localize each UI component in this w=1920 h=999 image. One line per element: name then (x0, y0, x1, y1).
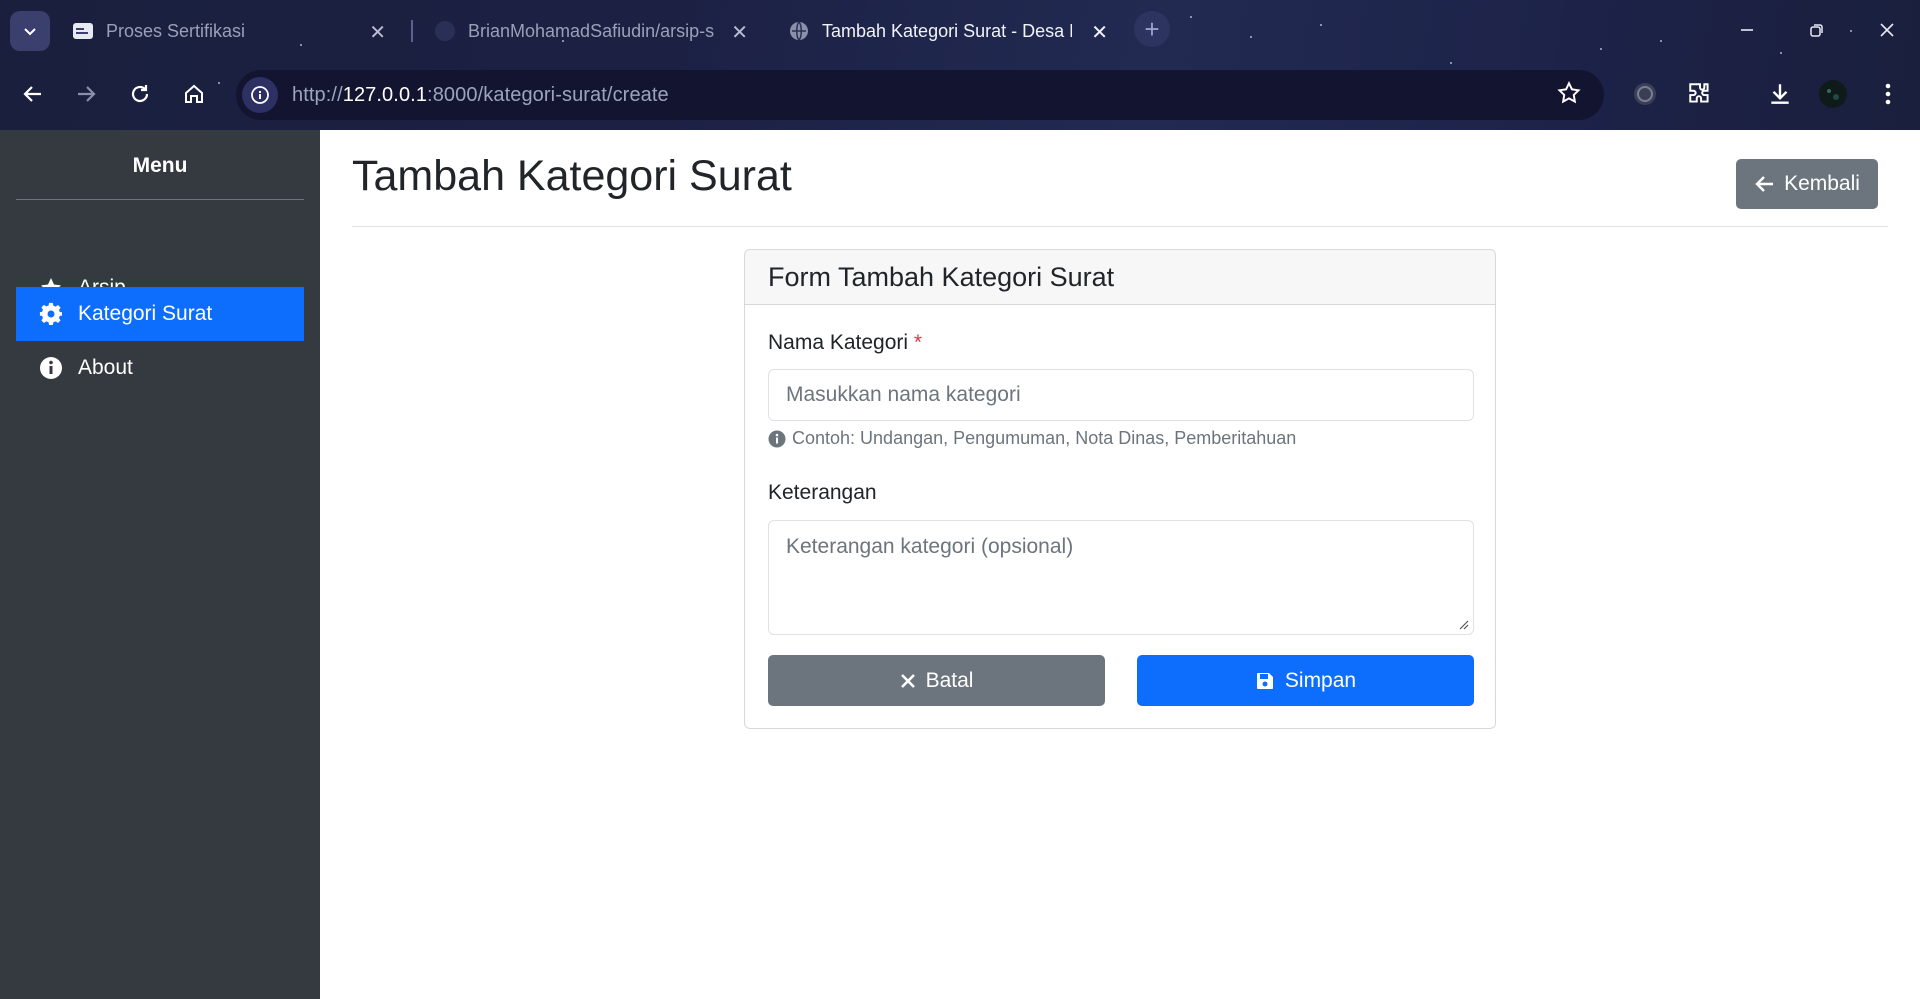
browser-chrome: Proses Sertifikasi ✕ BrianMohamadSafiudi… (0, 0, 1920, 130)
nama-kategori-label: Nama Kategori * (768, 331, 923, 354)
back-label: Kembali (1784, 172, 1860, 195)
globe-icon (788, 20, 810, 42)
form-card: Form Tambah Kategori Surat Nama Kategori… (744, 249, 1496, 729)
restore-button[interactable] (1792, 12, 1842, 48)
close-icon[interactable]: ✕ (731, 20, 748, 45)
close-icon (900, 673, 915, 688)
reload-icon (131, 85, 149, 103)
tab-github[interactable]: BrianMohamadSafiudin/arsip-s ✕ (420, 8, 760, 54)
info-circle-icon (768, 430, 786, 447)
tab-title: BrianMohamadSafiudin/arsip-s (468, 20, 715, 41)
menu-kebab-icon[interactable] (1870, 76, 1906, 112)
sidebar-title: Menu (132, 154, 188, 177)
nama-kategori-input[interactable]: Masukkan nama kategori (768, 369, 1474, 421)
arrow-left-icon (1755, 176, 1774, 192)
simpan-label: Simpan (1284, 668, 1357, 692)
sidebar-item-about[interactable]: About (16, 341, 304, 395)
form-card-header: Form Tambah Kategori Surat (745, 250, 1495, 305)
sidebar: Menu Arsip Kategori Surat About (0, 130, 320, 999)
tab-proses-sertifikasi[interactable]: Proses Sertifikasi ✕ (58, 8, 398, 54)
save-icon (1256, 672, 1273, 689)
close-icon[interactable]: ✕ (1091, 20, 1108, 45)
page-title: Tambah Kategori Surat (352, 152, 792, 200)
reload-button[interactable] (122, 76, 158, 112)
keterangan-textarea[interactable]: Keterangan kategori (opsional) (768, 520, 1474, 635)
new-tab-button[interactable]: + (1134, 11, 1170, 47)
minimize-button[interactable] (1722, 12, 1772, 48)
tab-tambah-kategori[interactable]: Tambah Kategori Surat - Desa K ✕ (774, 8, 1120, 54)
arrow-right-icon (78, 86, 96, 102)
info-circle-icon (38, 355, 64, 381)
batal-label: Batal (925, 668, 974, 692)
close-window-button[interactable] (1862, 12, 1912, 48)
sidebar-item-kategori-surat[interactable]: Kategori Surat (16, 287, 304, 341)
required-mark: * (913, 331, 923, 354)
nama-kategori-hint: Contoh: Undangan, Pengumuman, Nota Dinas… (768, 428, 1296, 449)
site-info-icon[interactable] (242, 77, 278, 113)
plus-icon: + (1144, 13, 1160, 44)
forward-button[interactable] (68, 76, 104, 112)
address-bar[interactable]: http://127.0.0.1:8000/kategori-surat/cre… (236, 70, 1604, 120)
extension-record-icon[interactable] (1627, 76, 1663, 112)
gear-icon (38, 301, 64, 327)
close-icon (1880, 23, 1894, 37)
back-button[interactable] (15, 76, 51, 112)
chevron-down-icon (24, 28, 36, 36)
resize-handle-icon[interactable] (1457, 618, 1469, 630)
title-divider (352, 226, 1888, 227)
github-icon (434, 20, 456, 42)
sidebar-item-label: About (78, 356, 133, 379)
simpan-button[interactable]: Simpan (1137, 655, 1474, 706)
extensions-puzzle-icon[interactable] (1682, 76, 1718, 112)
textarea-placeholder: Keterangan kategori (opsional) (786, 535, 1074, 558)
back-kembali-button[interactable]: Kembali (1736, 159, 1878, 209)
restore-icon (1810, 24, 1823, 37)
profile-avatar[interactable] (1815, 76, 1851, 112)
batal-button[interactable]: Batal (768, 655, 1105, 706)
input-placeholder: Masukkan nama kategori (786, 383, 1021, 406)
bookmark-star-icon[interactable] (1556, 80, 1582, 111)
minimize-icon (1741, 29, 1753, 31)
url-text: http://127.0.0.1:8000/kategori-surat/cre… (292, 83, 669, 106)
close-icon[interactable]: ✕ (369, 20, 386, 45)
tab-title: Proses Sertifikasi (106, 20, 246, 41)
sidebar-divider (16, 199, 304, 200)
tab-search-button[interactable] (10, 11, 50, 51)
calendar-icon (72, 20, 94, 42)
sidebar-item-label: Kategori Surat (78, 302, 213, 325)
download-icon[interactable] (1762, 76, 1798, 112)
home-button[interactable] (176, 76, 212, 112)
arrow-left-icon (23, 86, 41, 102)
tab-title: Tambah Kategori Surat - Desa K (822, 20, 1072, 41)
home-icon (185, 84, 203, 103)
keterangan-label: Keterangan (768, 481, 877, 504)
